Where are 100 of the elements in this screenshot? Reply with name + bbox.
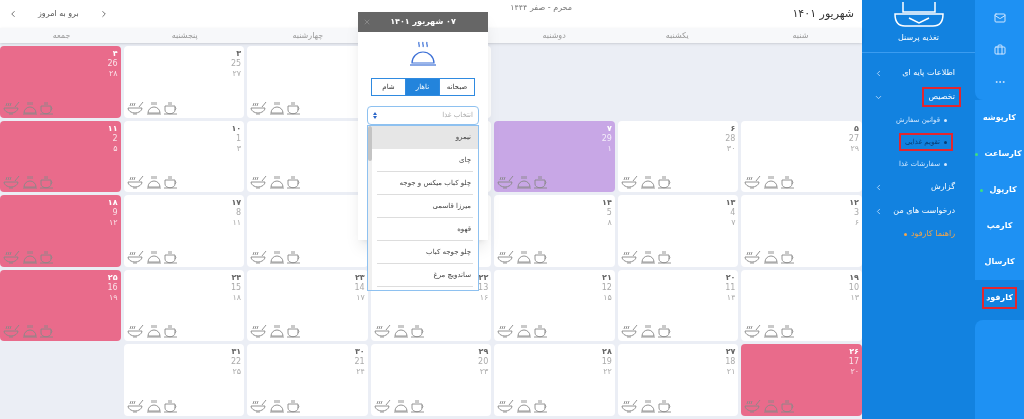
cloche-icon [763, 249, 780, 264]
hijri-date: ۷ [731, 218, 736, 229]
cloche-icon [145, 399, 162, 413]
bowl-icon [126, 399, 145, 413]
weekday-label: چهارشنبه [291, 30, 325, 42]
bowl-icon [126, 249, 145, 264]
bowl-icon [744, 175, 763, 190]
day-number: ۲۲ [478, 272, 489, 283]
cup-icon [162, 175, 180, 190]
close-icon[interactable] [363, 18, 371, 26]
gregorian-date: 13 [478, 282, 489, 293]
hijri-date: ۲۱ [726, 367, 736, 378]
chevron-left-icon[interactable] [874, 68, 883, 78]
sort-icon [373, 112, 377, 119]
cup-icon [656, 175, 674, 190]
gregorian-date: 25 [230, 59, 242, 69]
day-number: ۳۱ [231, 347, 242, 357]
day-number: ۲۱ [602, 272, 612, 283]
cloche-icon [516, 249, 533, 264]
bowl-icon [744, 324, 763, 339]
day-cell[interactable] [247, 195, 368, 267]
cloche-icon [22, 175, 38, 190]
cup-icon [162, 100, 180, 115]
bowl-icon [3, 100, 21, 115]
hijri-date: ۸ [607, 218, 612, 229]
hijri-date: ۲۳ [479, 367, 489, 378]
mail-icon[interactable] [993, 12, 1006, 24]
cloche-icon [639, 399, 656, 413]
day-number: ۲۵ [107, 272, 118, 283]
hijri-date: ۱۴ [726, 292, 736, 303]
bowl-icon [497, 175, 516, 190]
menu-item[interactable]: درخواست های من [889, 203, 959, 219]
gregorian-date: 5 [606, 208, 612, 219]
briefcase-icon[interactable] [993, 44, 1006, 56]
gregorian-date: 29 [601, 133, 612, 144]
cloche-icon [145, 100, 162, 115]
hijri-date: ۳۰ [726, 143, 736, 154]
gregorian-date: 14 [354, 282, 365, 293]
hijri-date: ۶ [854, 218, 859, 229]
hijri-date: ۱۲ [109, 218, 118, 229]
day-number: ۲۹ [478, 347, 489, 357]
gregorian-date: 27 [848, 133, 859, 144]
cup-icon [656, 324, 674, 339]
gregorian-date: 8 [236, 208, 242, 219]
hijri-range: محرم - صفر ۱۴۴۴ [510, 2, 572, 14]
cup-icon [162, 399, 180, 413]
cloche-icon [145, 324, 162, 339]
scrollbar[interactable] [368, 126, 372, 290]
cup-icon [656, 249, 674, 264]
day-number: ۲۳ [354, 272, 365, 283]
cup-icon [162, 249, 180, 264]
cloche-icon [639, 249, 656, 264]
gregorian-date: 16 [107, 282, 118, 293]
hijri-date: ۲۴ [356, 367, 365, 378]
bowl-icon [373, 399, 392, 413]
menu-item[interactable]: اطلاعات پایه ای [898, 65, 959, 81]
bowl-icon [373, 324, 392, 339]
dialog-title: ۰۷ شهریور ۱۴۰۱ [390, 16, 456, 28]
weekday-label: دوشنبه [541, 30, 567, 42]
cloche-icon [269, 324, 286, 339]
previous-icon[interactable] [8, 9, 18, 19]
bowl-icon [3, 249, 21, 264]
gregorian-date: 17 [848, 357, 859, 368]
brand-title: تغذیه پرسنل [897, 32, 940, 44]
day-number: ۶ [730, 123, 736, 134]
bowl-icon [250, 100, 269, 115]
gregorian-date: 19 [601, 357, 612, 368]
day-number: ۳۰ [354, 347, 365, 357]
cup-icon [39, 100, 56, 115]
hijri-date: ۵ [113, 143, 118, 154]
hijri-date: ۱۹ [109, 292, 118, 303]
bowl-icon [620, 175, 639, 190]
menu-item[interactable]: گزارش [926, 179, 959, 195]
gregorian-date: 28 [725, 133, 736, 144]
chevron-left-icon[interactable] [874, 206, 883, 216]
cloche-icon [763, 324, 780, 339]
day-number: ۲۰ [725, 272, 736, 283]
hijri-date: ۲۹ [850, 143, 859, 154]
bowl-icon [126, 324, 145, 339]
today-button[interactable]: برو به امروز [38, 8, 79, 20]
day-number: ۷ [606, 123, 612, 134]
cup-icon [409, 399, 427, 413]
gregorian-date: 22 [230, 357, 242, 368]
bowl-icon [497, 324, 516, 339]
cloche-icon [763, 175, 780, 190]
chevron-left-icon[interactable] [874, 182, 883, 192]
bowl-icon [250, 399, 269, 413]
weekday-label: پنجشنبه [170, 30, 199, 42]
app-item[interactable]: کارفود [984, 289, 1015, 307]
bowl-icon [3, 175, 21, 190]
menu-item[interactable]: تخصیص [924, 89, 959, 105]
gregorian-date: 9 [112, 208, 118, 219]
cloche-icon [145, 249, 162, 264]
day-number: ۲۴ [231, 272, 242, 283]
day-number: ۱۲ [849, 198, 859, 208]
bowl-icon [497, 249, 516, 264]
hijri-date: ۱۵ [603, 292, 612, 303]
weekday-label: جمعه [51, 30, 72, 42]
cloche-icon [763, 399, 780, 413]
cloche-icon [639, 324, 656, 339]
